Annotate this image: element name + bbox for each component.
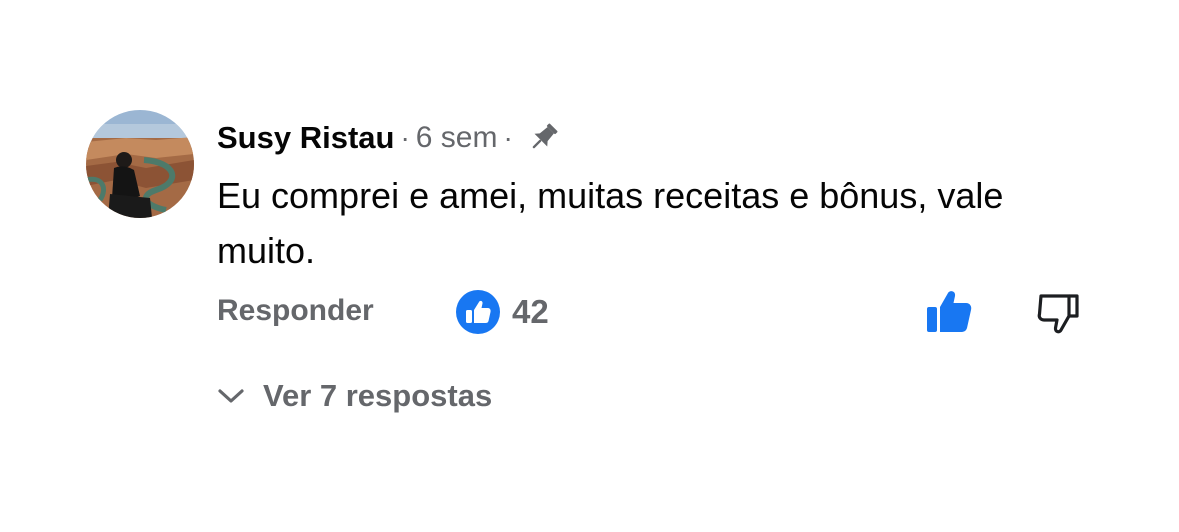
comment-text: Eu comprei e amei, muitas receitas e bôn… bbox=[217, 175, 1004, 271]
chevron-down-icon bbox=[218, 389, 244, 403]
view-replies-label: Ver 7 respostas bbox=[263, 378, 493, 413]
reaction-summary[interactable]: 42 bbox=[456, 290, 549, 334]
comment: Susy Ristau · 6 sem · Eu comprei e amei,… bbox=[0, 0, 1179, 532]
thumbs-up-icon bbox=[927, 291, 972, 332]
pin-icon bbox=[525, 120, 561, 156]
dislike-button[interactable] bbox=[1035, 290, 1083, 336]
like-button[interactable] bbox=[925, 288, 973, 334]
separator: · bbox=[503, 122, 513, 153]
timestamp[interactable]: 6 sem bbox=[416, 121, 498, 155]
avatar-photo bbox=[86, 110, 194, 218]
comment-header: Susy Ristau · 6 sem · bbox=[217, 118, 561, 158]
comment-actions: Responder 42 bbox=[217, 288, 1097, 336]
author-name[interactable]: Susy Ristau bbox=[217, 120, 394, 156]
view-replies-button[interactable]: Ver 7 respostas bbox=[217, 378, 492, 414]
avatar[interactable] bbox=[86, 110, 194, 218]
reaction-count: 42 bbox=[512, 293, 549, 330]
separator: · bbox=[400, 122, 410, 153]
like-reaction-icon bbox=[456, 290, 500, 334]
reply-button[interactable]: Responder bbox=[217, 294, 374, 328]
thumbs-down-icon bbox=[1037, 294, 1079, 334]
